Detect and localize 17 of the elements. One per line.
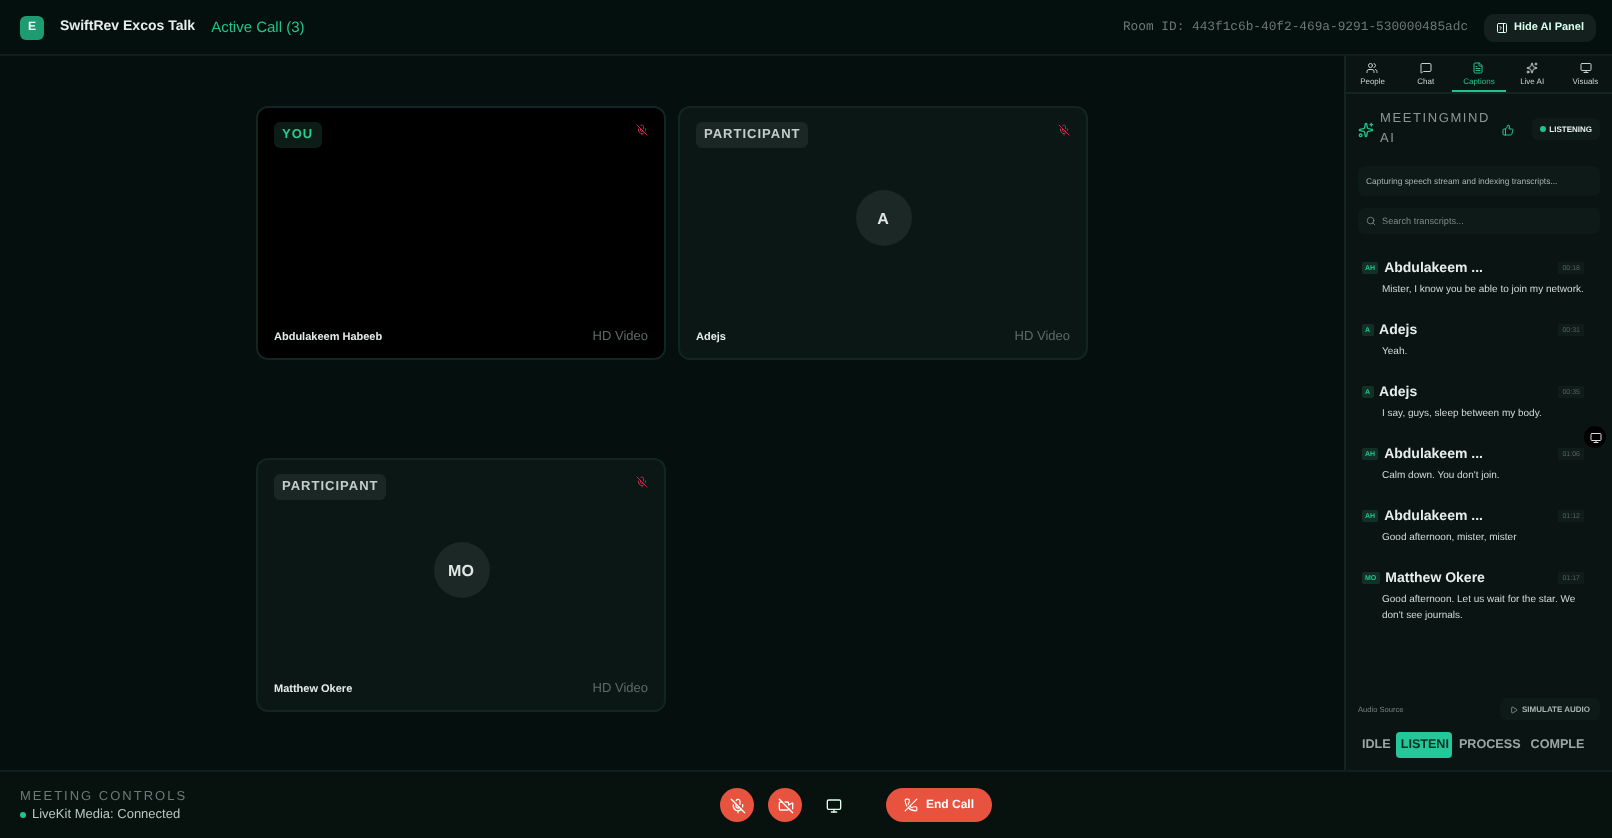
people-icon <box>1366 62 1379 74</box>
play-icon <box>1510 705 1518 713</box>
participant-avatar: MO <box>433 542 489 598</box>
camera-off-icon <box>777 797 793 813</box>
camera-button[interactable] <box>768 788 802 822</box>
participant-avatar: A <box>855 190 911 246</box>
chat-icon <box>1419 62 1432 74</box>
phone-off-icon <box>904 798 918 812</box>
mic-button[interactable] <box>720 788 754 822</box>
mic-off-icon <box>729 797 745 813</box>
sparkle-icon <box>1526 62 1539 74</box>
panel-icon <box>1496 21 1509 33</box>
monitor-icon <box>1589 431 1601 443</box>
thumbs-up-icon <box>1502 123 1514 136</box>
monitor-icon <box>1579 62 1592 74</box>
document-icon <box>1472 62 1485 74</box>
sparkle-icon <box>1358 121 1374 138</box>
